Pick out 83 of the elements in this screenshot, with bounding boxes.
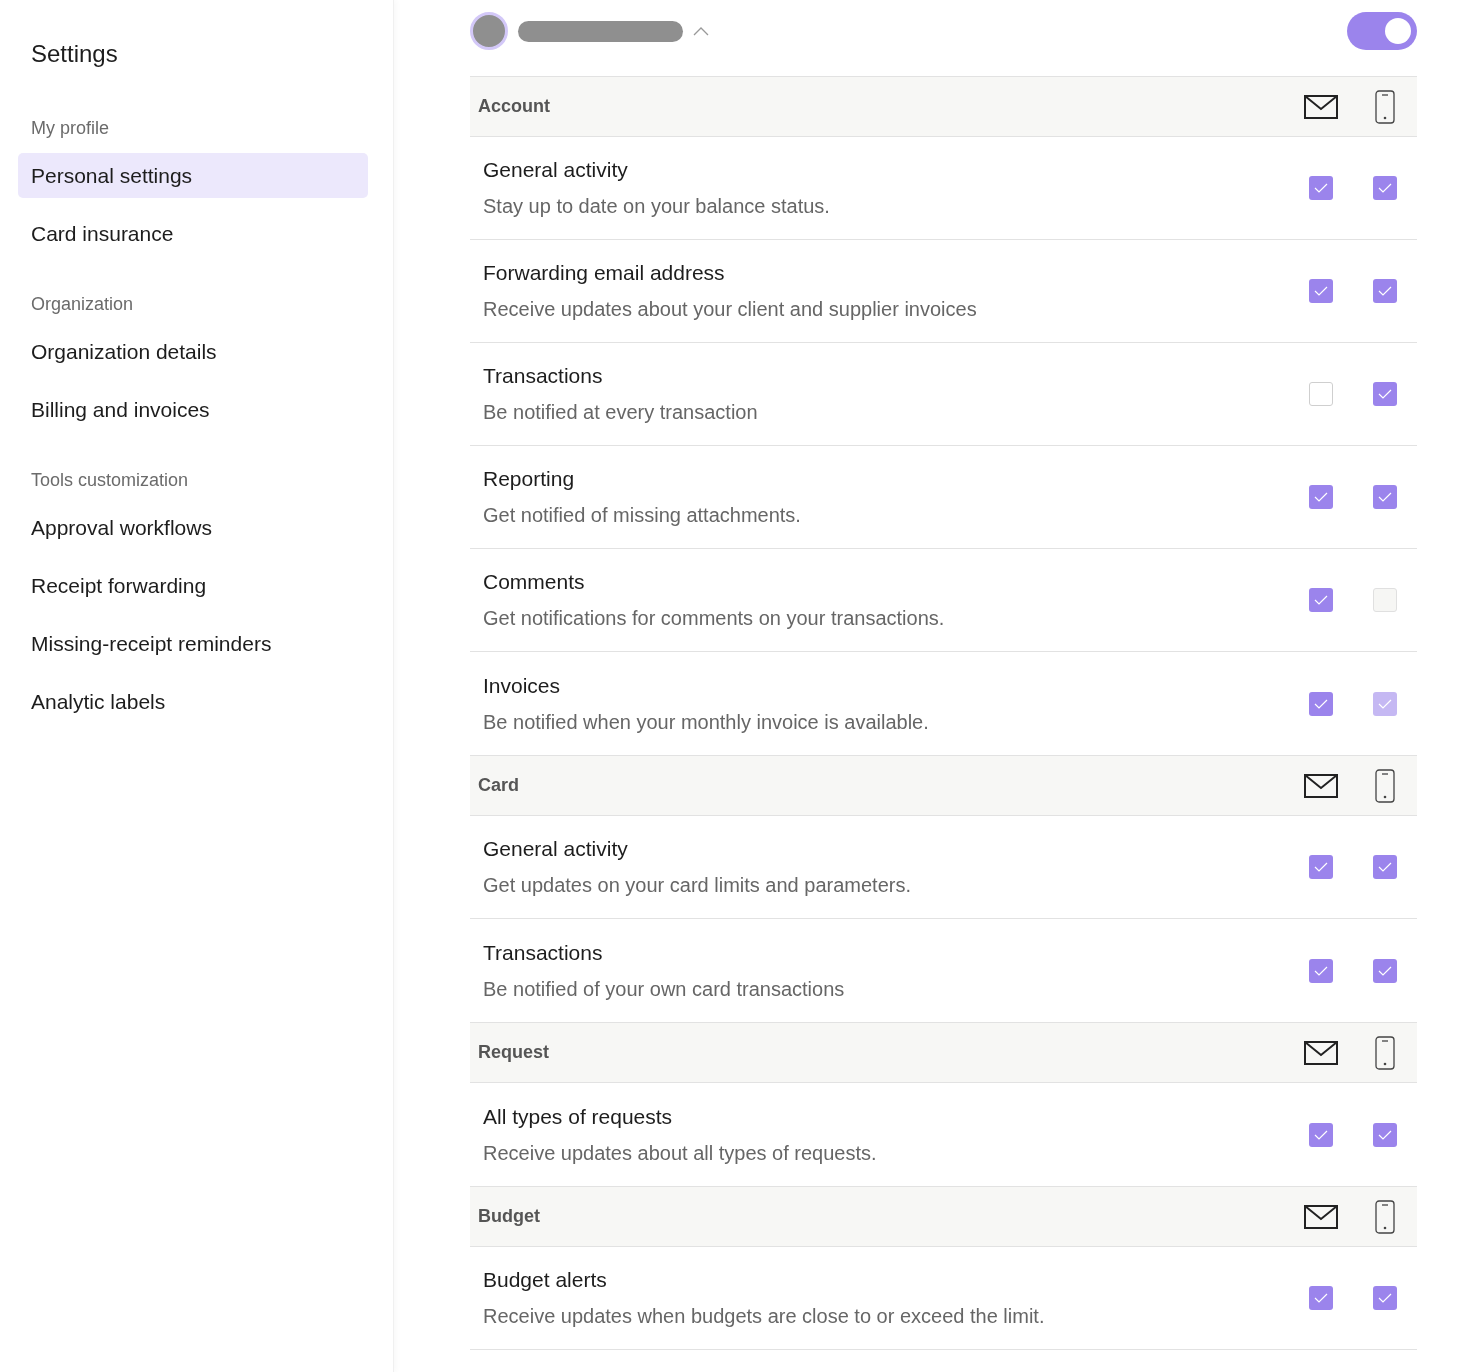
- check-icon: [1378, 389, 1392, 399]
- sidebar-item[interactable]: Receipt forwarding: [18, 563, 368, 608]
- email-checkbox[interactable]: [1309, 1122, 1333, 1147]
- phone-icon: [1375, 1035, 1395, 1070]
- email-checkbox[interactable]: [1309, 588, 1333, 612]
- notification-title: Budget alerts: [483, 1268, 608, 1292]
- sidebar-item[interactable]: Organization details: [18, 329, 368, 374]
- check-icon: [1378, 1293, 1392, 1303]
- phone-icon: [1375, 1199, 1395, 1234]
- notification-description: Receive updates about your client and supplier invoices: [483, 298, 978, 321]
- email-checkbox[interactable]: [1309, 691, 1333, 716]
- check-icon: [1314, 965, 1328, 976]
- sidebar-item[interactable]: Card insurance: [18, 211, 368, 256]
- notification-description: Receive updates about all types of requests.: [483, 1141, 878, 1165]
- notification-title: General activity: [483, 158, 629, 182]
- email-checkbox[interactable]: [1309, 1286, 1333, 1310]
- email-checkbox[interactable]: [1309, 855, 1333, 879]
- sidebar-item[interactable]: Missing-receipt reminders: [18, 621, 368, 666]
- check-icon: [1378, 862, 1392, 872]
- check-icon: [1314, 862, 1328, 872]
- check-icon: [1314, 492, 1328, 502]
- sidebar-title: Settings: [30, 40, 119, 68]
- notification-description: Be notified at every transaction: [483, 401, 759, 424]
- notification-description: Get updates on your card limits and parameters.: [483, 874, 912, 897]
- email-checkbox[interactable]: [1309, 958, 1333, 983]
- check-icon: [1378, 286, 1392, 296]
- envelope-icon: [1304, 1040, 1338, 1065]
- check-icon: [1314, 183, 1328, 193]
- mobile-checkbox[interactable]: [1373, 958, 1397, 983]
- sidebar-item[interactable]: Personal settings: [18, 153, 368, 198]
- notification-title: Forwarding email address: [483, 261, 726, 285]
- check-icon: [1378, 698, 1392, 709]
- check-icon: [1314, 698, 1328, 709]
- notification-title: Reporting: [483, 467, 576, 491]
- toggle-switch[interactable]: [1347, 12, 1417, 50]
- mobile-checkbox[interactable]: [1373, 382, 1397, 406]
- email-checkbox[interactable]: [1309, 176, 1333, 200]
- notification-description: Be notified when your monthly invoice is available.: [483, 710, 930, 734]
- notification-title: Transactions: [483, 940, 604, 965]
- section-title: Request: [478, 1042, 550, 1063]
- sidebar-heading: Organization: [30, 294, 135, 315]
- notification-title: General activity: [483, 837, 629, 861]
- mobile-checkbox[interactable]: [1373, 176, 1397, 200]
- mobile-checkbox[interactable]: [1373, 1286, 1397, 1310]
- check-icon: [1314, 1129, 1328, 1140]
- notification-description: Get notifications for comments on your transactions.: [483, 607, 946, 630]
- notification-description: Receive updates when budgets are close to or exceed the limit.: [483, 1305, 1046, 1328]
- notification-title: All types of requests: [483, 1104, 674, 1129]
- sidebar-item[interactable]: Approval workflows: [18, 505, 368, 550]
- notification-title: Transactions: [483, 364, 604, 388]
- section-title: Account: [478, 96, 551, 117]
- envelope-icon: [1304, 773, 1338, 798]
- avatar-placeholder: [470, 12, 508, 50]
- chevron-up-icon[interactable]: [693, 26, 709, 36]
- check-icon: [1314, 286, 1328, 296]
- envelope-icon: [1304, 94, 1338, 119]
- phone-icon: [1375, 768, 1395, 803]
- sidebar-item[interactable]: Analytic labels: [18, 679, 368, 724]
- check-icon: [1378, 492, 1392, 502]
- section-title: Card: [478, 775, 520, 796]
- section-title: Budget: [478, 1206, 541, 1227]
- sidebar-heading: Tools customization: [30, 470, 190, 491]
- sidebar-item[interactable]: Billing and invoices: [18, 387, 368, 432]
- phone-icon: [1375, 89, 1395, 124]
- sidebar-heading: My profile: [30, 118, 111, 139]
- mobile-checkbox[interactable]: [1373, 855, 1397, 879]
- envelope-icon: [1304, 1204, 1338, 1229]
- email-checkbox[interactable]: [1309, 279, 1333, 303]
- check-icon: [1314, 1293, 1328, 1303]
- notification-description: Stay up to date on your balance status.: [483, 195, 831, 218]
- email-checkbox[interactable]: [1309, 382, 1333, 406]
- mobile-checkbox[interactable]: [1373, 1122, 1397, 1147]
- mobile-checkbox[interactable]: [1373, 485, 1397, 509]
- notification-description: Get notified of missing attachments.: [483, 504, 802, 527]
- notification-title: Invoices: [483, 673, 562, 698]
- check-icon: [1378, 1129, 1392, 1140]
- email-checkbox[interactable]: [1309, 485, 1333, 509]
- notification-description: Be notified of your own card transactions: [483, 977, 846, 1001]
- check-icon: [1378, 965, 1392, 976]
- check-icon: [1314, 595, 1328, 605]
- mobile-checkbox[interactable]: [1373, 279, 1397, 303]
- notification-title: Comments: [483, 570, 586, 594]
- check-icon: [1378, 183, 1392, 193]
